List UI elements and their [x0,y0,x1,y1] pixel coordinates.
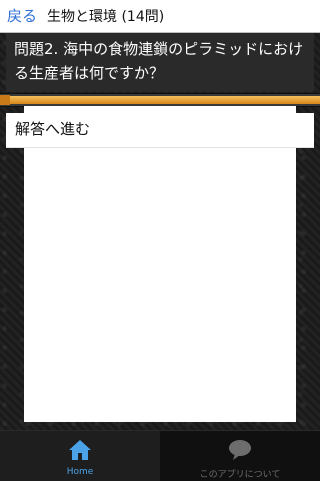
tab-home-label: Home [66,467,94,477]
bottom-tab-bar: Home このアプリについて [0,430,320,481]
speech-bubble-icon [229,440,251,460]
progress-fill [0,96,320,104]
tab-about-app[interactable]: このアプリについて [160,431,320,481]
page-title: 生物と環境 (14問) [47,9,165,25]
progress-knob [0,95,10,105]
question-text: 問題2. 海中の食物連鎖のピラミッドにおける生産者は何ですか？ [6,33,314,92]
tab-about-app-label: このアプリについて [199,470,281,480]
progress-bar [0,93,320,107]
proceed-to-answer-button[interactable]: 解答へ進む [6,113,314,148]
header-bar: 戻る 生物と環境 (14問) [0,0,320,33]
home-icon [69,440,91,460]
back-button[interactable]: 戻る [7,5,37,26]
content-panel [24,106,296,422]
tab-home[interactable]: Home [0,431,160,481]
